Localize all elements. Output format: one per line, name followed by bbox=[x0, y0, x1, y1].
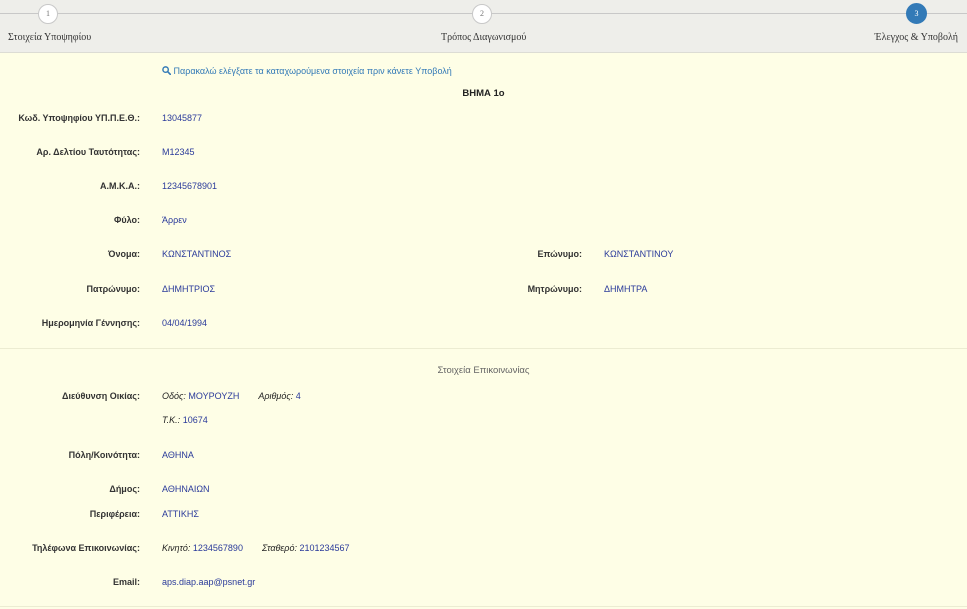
address-line-2: Τ.Κ.: 10674 bbox=[162, 415, 208, 425]
landline-label: Σταθερό: bbox=[261, 543, 297, 553]
gender-label: Φύλο: bbox=[113, 215, 140, 225]
review-notice-text: Παρακαλώ ελέγξατε τα καταχωρούμενα στοιχ… bbox=[173, 66, 452, 76]
step-2-label[interactable]: Τρόπος Διαγωνισμού bbox=[441, 32, 526, 43]
step-title: ΒΗΜΑ 1ο bbox=[0, 88, 967, 99]
mother-name-label: Μητρώνυμο: bbox=[527, 284, 582, 294]
email-label: Email: bbox=[112, 577, 140, 587]
phones-values: Κινητό: 1234567890 Σταθερό: 2101234567 bbox=[162, 543, 350, 553]
landline-value: 2101234567 bbox=[299, 543, 350, 553]
section-divider bbox=[0, 348, 967, 349]
wizard-steps: 1 Στοιχεία Υποψηφίου 2 Τρόπος Διαγωνισμο… bbox=[0, 0, 967, 53]
region-value: ΑΤΤΙΚΗΣ bbox=[162, 509, 199, 519]
postal-code-label: Τ.Κ.: bbox=[162, 415, 181, 425]
region-label: Περιφέρεια: bbox=[89, 509, 140, 519]
review-notice: Παρακαλώ ελέγξατε τα καταχωρούμενα στοιχ… bbox=[162, 66, 452, 76]
candidate-code-label: Κωδ. Υποψηφίου ΥΠ.Π.Ε.Θ.: bbox=[18, 113, 140, 123]
postal-code-value: 10674 bbox=[182, 415, 208, 425]
birth-date-label: Ημερομηνία Γέννησης: bbox=[41, 318, 140, 328]
contact-section-title-text: Στοιχεία Επικοινωνίας bbox=[437, 365, 530, 376]
street-value: ΜΟΥΡΟΥΖΗ bbox=[188, 391, 240, 401]
contact-section-title: Στοιχεία Επικοινωνίας bbox=[0, 365, 967, 376]
phones-label: Τηλέφωνα Επικοινωνίας: bbox=[32, 543, 140, 553]
step-1-label[interactable]: Στοιχεία Υποψηφίου bbox=[8, 32, 91, 43]
search-icon bbox=[162, 66, 172, 76]
city-value: ΑΘΗΝΑ bbox=[162, 450, 194, 460]
municipality-label: Δήμος: bbox=[109, 484, 140, 494]
first-name-label: Όνομα: bbox=[108, 249, 140, 259]
bottom-divider bbox=[0, 606, 967, 607]
step-3-label[interactable]: Έλεγχος & Υποβολή bbox=[875, 32, 958, 43]
municipality-value: ΑΘΗΝΑΙΩΝ bbox=[162, 484, 210, 494]
step-3-circle[interactable]: 3 bbox=[906, 3, 927, 24]
address-label: Διεύθυνση Οικίας: bbox=[62, 391, 140, 401]
street-label: Οδός: bbox=[162, 391, 186, 401]
first-name-value: ΚΩΝΣΤΑΝΤΙΝΟΣ bbox=[162, 249, 232, 259]
father-name-value: ΔΗΜΗΤΡΙΟΣ bbox=[162, 284, 216, 294]
id-card-label: Αρ. Δελτίου Ταυτότητας: bbox=[36, 147, 140, 157]
amka-label: Α.Μ.Κ.Α.: bbox=[100, 181, 140, 191]
city-label: Πόλη/Κοινότητα: bbox=[68, 450, 140, 460]
step-2-circle[interactable]: 2 bbox=[472, 4, 492, 24]
street-number-label: Αριθμός: bbox=[258, 391, 294, 401]
mobile-label: Κινητό: bbox=[162, 543, 191, 553]
candidate-code-value: 13045877 bbox=[162, 113, 203, 123]
father-name-label: Πατρώνυμο: bbox=[86, 284, 140, 294]
last-name-label: Επώνυμο: bbox=[537, 249, 583, 259]
id-card-value: M12345 bbox=[162, 147, 195, 157]
step-1-circle[interactable]: 1 bbox=[38, 4, 58, 24]
birth-date-value: 04/04/1994 bbox=[162, 318, 208, 328]
address-line-1: Οδός: ΜΟΥΡΟΥΖΗ Αριθμός: 4 bbox=[162, 391, 301, 401]
step-title-text: ΒΗΜΑ 1ο bbox=[462, 88, 505, 99]
mobile-value: 1234567890 bbox=[192, 543, 243, 553]
email-value: aps.diap.aap@psnet.gr bbox=[162, 577, 256, 587]
last-name-value: ΚΩΝΣΤΑΝΤΙΝΟΥ bbox=[604, 249, 674, 259]
amka-value: 12345678901 bbox=[162, 181, 218, 191]
mother-name-value: ΔΗΜΗΤΡΑ bbox=[604, 284, 648, 294]
gender-value: Άρρεν bbox=[162, 215, 187, 225]
street-number-value: 4 bbox=[295, 391, 301, 401]
